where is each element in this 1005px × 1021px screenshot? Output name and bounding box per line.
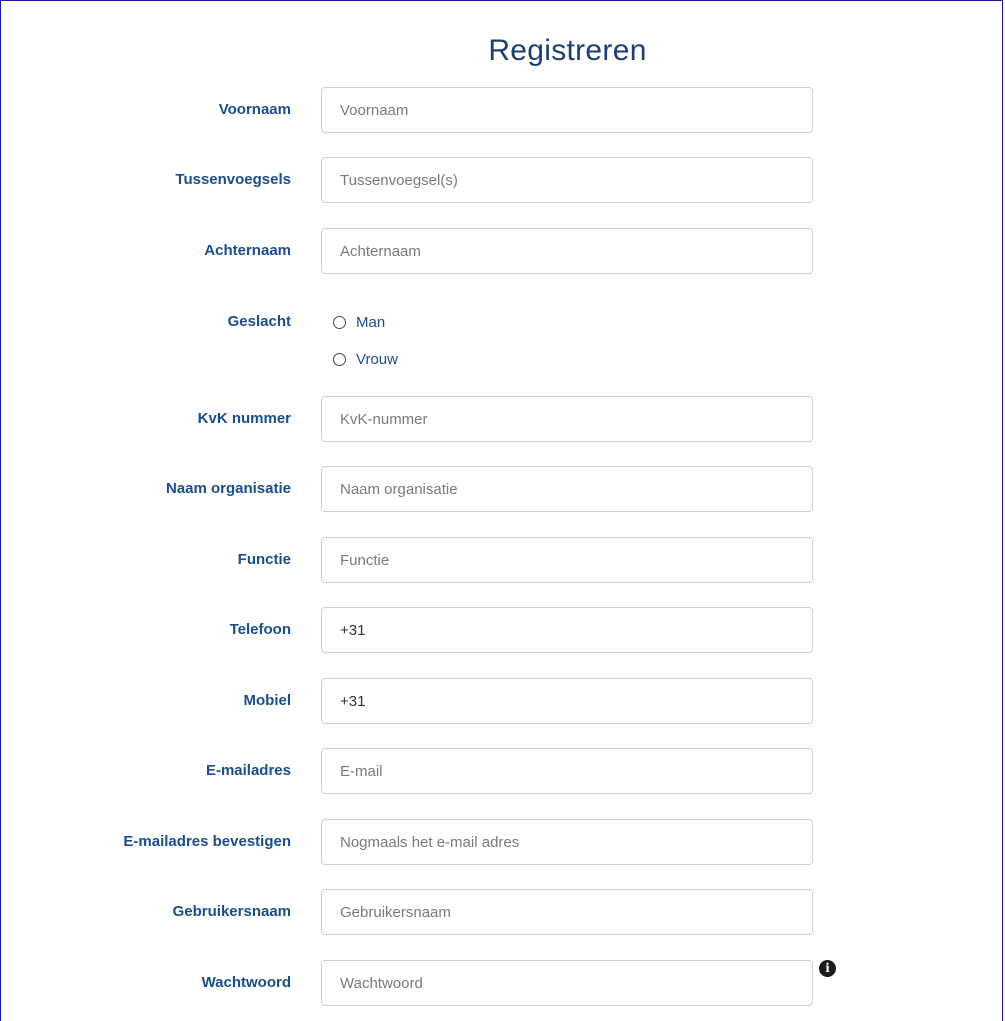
row-wachtwoord: Wachtwoord i xyxy=(0,960,1005,1006)
gebruikersnaam-input[interactable] xyxy=(321,889,813,935)
radio-vrouw-label[interactable]: Vrouw xyxy=(356,351,398,368)
telefoon-input[interactable] xyxy=(321,607,813,653)
achternaam-input[interactable] xyxy=(321,228,813,274)
tussenvoegsels-input[interactable] xyxy=(321,157,813,203)
email-confirm-label: E-mailadres bevestigen xyxy=(123,833,291,850)
wachtwoord-input[interactable] xyxy=(321,960,813,1006)
gebruikersnaam-label: Gebruikersnaam xyxy=(172,903,291,920)
row-gebruikersnaam: Gebruikersnaam xyxy=(0,889,1005,935)
email-confirm-input[interactable] xyxy=(321,819,813,865)
email-input[interactable] xyxy=(321,748,813,794)
info-icon[interactable]: i xyxy=(819,960,836,977)
row-organisatie: Naam organisatie xyxy=(0,466,1005,512)
radio-man[interactable]: Man xyxy=(333,311,398,333)
email-label: E-mailadres xyxy=(205,762,291,779)
row-telefoon: Telefoon xyxy=(0,607,1005,653)
mobiel-input[interactable] xyxy=(321,678,813,724)
row-tussenvoegsels: Tussenvoegsels xyxy=(0,157,1005,203)
row-email: E-mailadres xyxy=(0,748,1005,794)
radio-man-label[interactable]: Man xyxy=(356,314,385,331)
row-email-confirm: E-mailadres bevestigen xyxy=(0,819,1005,865)
achternaam-label: Achternaam xyxy=(204,242,291,259)
gender-radio-group: Man Vrouw xyxy=(333,311,398,385)
row-kvk: KvK nummer xyxy=(0,396,1005,442)
voornaam-label: Voornaam xyxy=(218,101,291,118)
kvk-input[interactable] xyxy=(321,396,813,442)
row-voornaam: Voornaam xyxy=(0,87,1005,133)
mobiel-label: Mobiel xyxy=(243,692,292,709)
row-achternaam: Achternaam xyxy=(0,228,1005,274)
radio-vrouw[interactable]: Vrouw xyxy=(333,348,398,370)
row-functie: Functie xyxy=(0,537,1005,583)
kvk-label: KvK nummer xyxy=(197,410,291,427)
wachtwoord-label: Wachtwoord xyxy=(201,974,291,991)
page-title: Registreren xyxy=(488,34,647,67)
row-geslacht: Geslacht Man Vrouw xyxy=(0,299,1005,379)
functie-label: Functie xyxy=(237,551,291,568)
geslacht-label: Geslacht xyxy=(227,313,291,330)
tussenvoegsels-label: Tussenvoegsels xyxy=(175,171,291,188)
telefoon-label: Telefoon xyxy=(229,621,291,638)
radio-man-circle[interactable] xyxy=(333,315,346,329)
voornaam-input[interactable] xyxy=(321,87,813,133)
organisatie-input[interactable] xyxy=(321,466,813,512)
organisatie-label: Naam organisatie xyxy=(165,480,291,497)
row-mobiel: Mobiel xyxy=(0,678,1005,724)
radio-vrouw-circle[interactable] xyxy=(333,352,346,366)
functie-input[interactable] xyxy=(321,537,813,583)
